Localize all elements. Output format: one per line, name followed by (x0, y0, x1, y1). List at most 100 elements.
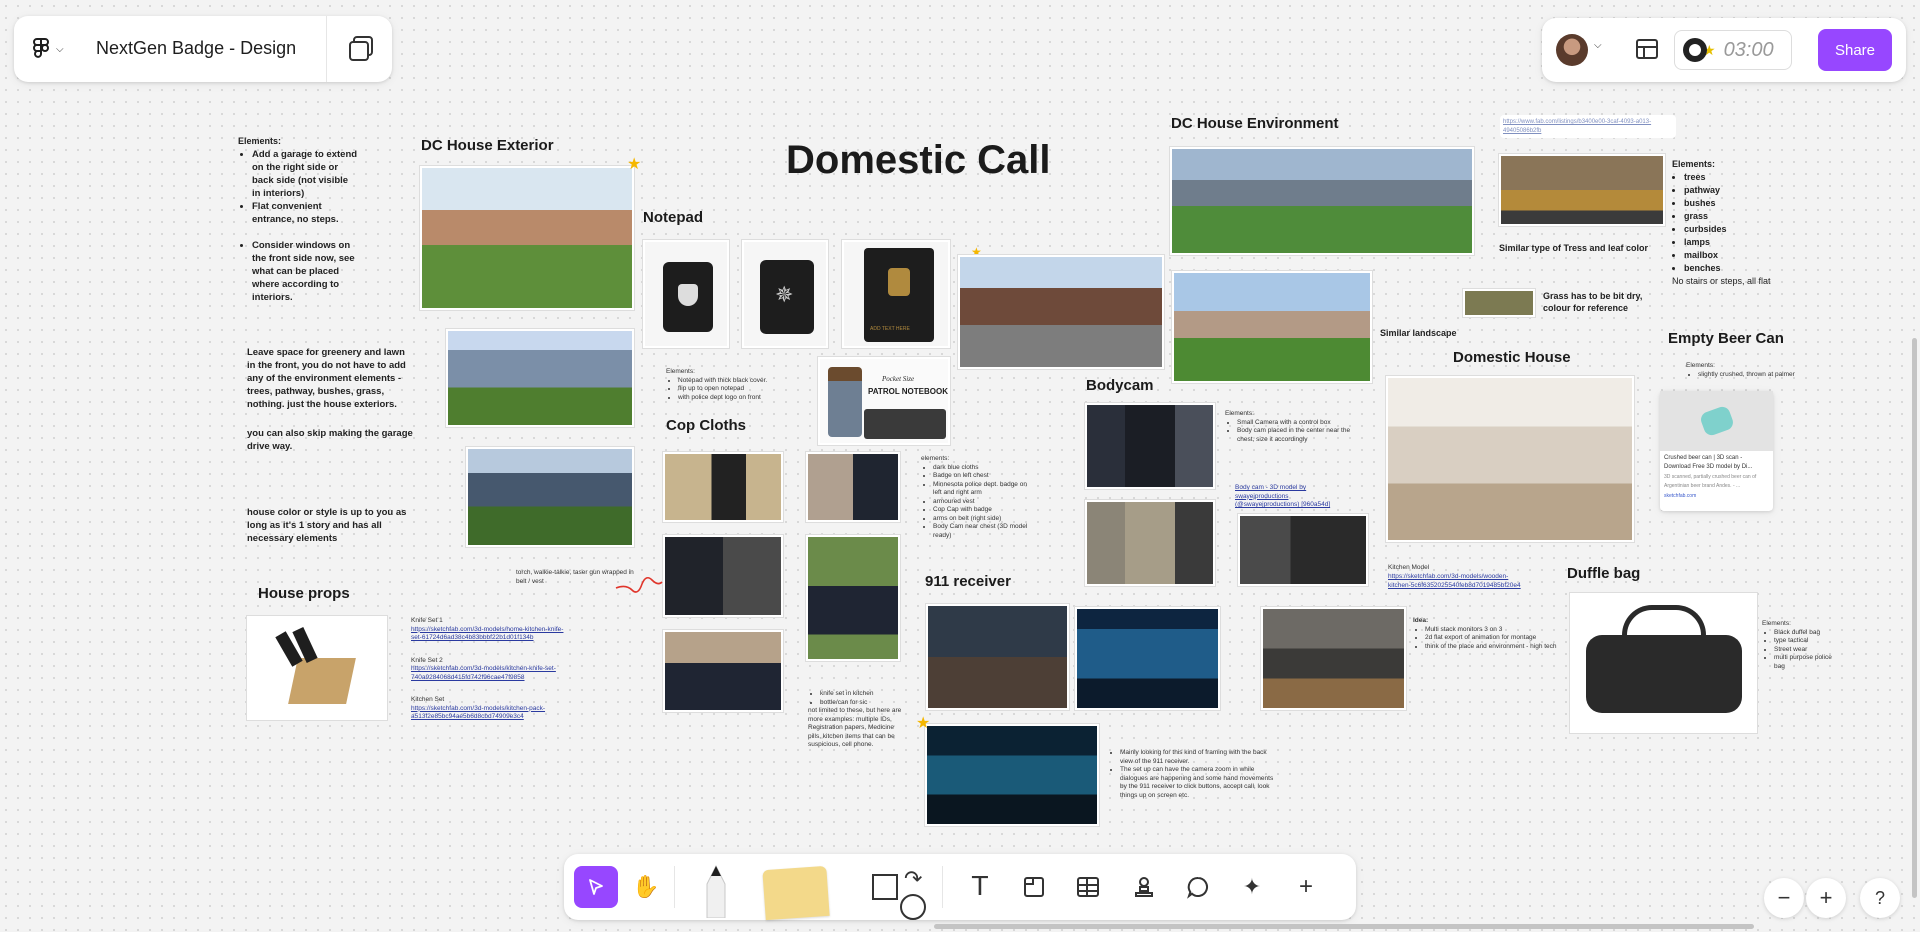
cop-notes: elements: dark blue cloths Badge on left… (921, 455, 1031, 540)
notepad-caption: ADD TEXT HERE (870, 326, 910, 332)
pages-icon[interactable] (349, 36, 375, 62)
list-item: Black duffel bag (1774, 629, 1842, 638)
file-header: ⌵ NextGen Badge - Design (14, 16, 392, 82)
shape-tool-button[interactable]: ↷ (870, 866, 930, 920)
hand-tool-button[interactable]: ✋ (624, 866, 668, 908)
square-icon (872, 874, 898, 900)
similar-landscape-label: Similar landscape (1380, 328, 1457, 338)
environment-link[interactable]: https://www.fab.com/listings/b3400e00-3c… (1500, 115, 1676, 138)
share-button[interactable]: Share (1818, 29, 1892, 71)
receiver-image-1[interactable] (926, 604, 1069, 710)
notes-title: Elements: (1686, 362, 1715, 369)
list-item: Badge on left chest (933, 472, 1031, 481)
chevron-down-icon[interactable]: ⌵ (1594, 40, 1602, 51)
list-item: The set up can have the camera zoom in w… (1120, 766, 1278, 800)
scribble (615, 576, 663, 593)
text-tool-button[interactable]: T (960, 866, 1000, 908)
house-exterior-image-3[interactable] (466, 447, 634, 547)
section-title-911-receiver: 911 receiver (925, 573, 1011, 590)
cop-image-2[interactable] (806, 452, 900, 522)
avatar[interactable] (1556, 34, 1588, 66)
sidebar-toggle-icon[interactable] (1636, 39, 1658, 59)
knife-block-image[interactable] (247, 616, 387, 720)
environment-image-1[interactable] (1170, 147, 1474, 255)
kitchen-model-link[interactable]: https://sketchfab.com/3d-models/wooden-k… (1388, 573, 1528, 590)
kitchen-set-link[interactable]: https://sketchfab.com/3d-models/kitchen-… (411, 705, 571, 722)
zoom-out-button[interactable]: − (1764, 878, 1804, 918)
list-item: armoured vest (933, 498, 1031, 507)
list-item: type tactical (1774, 637, 1842, 646)
list-item: knife set in kitchen (820, 690, 908, 699)
house-exterior-image-1[interactable] (420, 166, 634, 310)
knife-set-1-link[interactable]: https://sketchfab.com/3d-models/home-kit… (411, 626, 571, 643)
receiver-image-3[interactable] (1261, 607, 1406, 710)
ai-tool-button[interactable]: ✦ (1232, 866, 1272, 908)
exterior-notes: Elements: Add a garage to extend on the … (238, 135, 358, 304)
domestic-house-interior-image[interactable] (1386, 376, 1634, 542)
list-item: Street wear (1774, 646, 1842, 655)
grass-swatch[interactable] (1463, 289, 1535, 317)
list-item: Small Camera with a control box (1237, 419, 1365, 428)
bodycam-notes: Elements: Small Camera with a control bo… (1225, 410, 1365, 444)
vertical-scrollbar[interactable] (1912, 338, 1917, 898)
duffle-bag-image[interactable] (1570, 593, 1757, 733)
move-tool-button[interactable] (574, 866, 618, 908)
divider (942, 866, 943, 908)
receiver-image-2[interactable] (1075, 607, 1220, 710)
bodycam-image-1[interactable] (1085, 403, 1215, 489)
plus-icon: + (1298, 873, 1313, 900)
list-item: slightly crushed, thrown at palmer (1698, 371, 1806, 380)
notepad-image-1[interactable] (643, 240, 729, 348)
duffle-notes: Elements: Black duffel bag type tactical… (1762, 620, 1842, 671)
timer-control[interactable]: ★ 03:00 (1674, 30, 1792, 70)
cursor-icon (589, 879, 603, 895)
file-name[interactable]: NextGen Badge - Design (96, 38, 296, 59)
zoom-in-button[interactable]: + (1806, 878, 1846, 918)
house-exterior-image-2[interactable] (446, 329, 634, 427)
list-item: Minnesota police dept. badge on left and… (933, 481, 1031, 498)
sticky-note-tool-button[interactable] (760, 865, 832, 921)
figma-menu-button[interactable]: ⌵ (32, 34, 92, 64)
props-links: Knife Set 1 https://sketchfab.com/3d-mod… (411, 617, 571, 722)
star-icon: ★ (627, 156, 642, 173)
notes-title: Elements: (1672, 159, 1716, 169)
bodycam-image-3[interactable] (1238, 514, 1368, 586)
cop-image-4[interactable] (806, 535, 900, 661)
help-button[interactable]: ? (1860, 878, 1900, 918)
table-tool-button[interactable] (1068, 866, 1108, 908)
cop-image-1[interactable] (663, 452, 783, 522)
arrow-icon: ↷ (904, 866, 923, 891)
pen-tool-button[interactable] (694, 862, 738, 920)
environment-elements: Elements: trees pathway bushes grass cur… (1672, 158, 1792, 288)
stamp-tool-button[interactable] (1124, 866, 1164, 908)
chevron-down-icon: ⌵ (56, 43, 64, 55)
trees-note: Similar type of Tress and leaf color (1499, 243, 1649, 253)
section-title-empty-beer-can: Empty Beer Can (1668, 330, 1784, 347)
list-item: think of the place and environment - hig… (1425, 643, 1563, 652)
section-tool-button[interactable] (1014, 866, 1054, 908)
notepad-image-2[interactable]: ✵ (742, 240, 828, 348)
receiver-image-4[interactable] (925, 724, 1099, 826)
list-item: Mainly looking for this kind of framing … (1120, 749, 1278, 766)
more-tools-button[interactable]: + (1286, 866, 1326, 908)
list-item: Body cam placed in the center near the c… (1237, 427, 1365, 444)
list-item: 2d flat export of animation for montage (1425, 634, 1563, 643)
bodycam-link[interactable]: Body cam - 3D model by swayejproductions… (1235, 484, 1339, 510)
section-title-dc-house-exterior: DC House Exterior (421, 137, 554, 154)
beer-can-link-card[interactable]: Crushed beer can | 3D scan - Download Fr… (1660, 391, 1773, 511)
section-title-house-props: House props (258, 585, 350, 602)
patrol-notebook-image[interactable]: Pocket Size PATROL NOTEBOOK (818, 357, 950, 445)
knife-set-2-link[interactable]: https://sketchfab.com/3d-models/kitchen-… (411, 665, 571, 682)
beer-notes: Elements: slightly crushed, thrown at pa… (1686, 362, 1806, 379)
environment-image-3[interactable] (1499, 154, 1665, 226)
cop-image-5[interactable] (663, 630, 783, 712)
cop-image-3[interactable] (663, 535, 783, 617)
environment-image-2[interactable] (1172, 271, 1372, 383)
sparkle-icon: ✦ (1242, 874, 1262, 899)
bodycam-image-2[interactable] (1085, 500, 1215, 586)
horizontal-scrollbar[interactable] (934, 924, 1754, 929)
patrol-notebook-label: PATROL NOTEBOOK (868, 387, 948, 396)
street-image[interactable] (958, 255, 1164, 369)
notepad-image-3[interactable]: ADD TEXT HERE (842, 240, 950, 348)
comment-tool-button[interactable] (1178, 866, 1218, 908)
